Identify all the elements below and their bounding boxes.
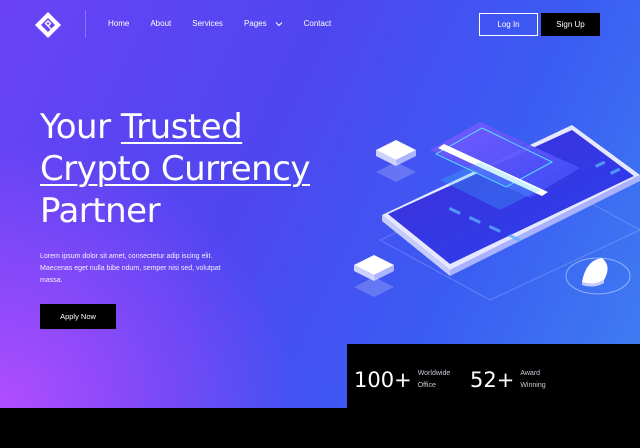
nav-item-pages[interactable]: Pages [244, 19, 283, 28]
diamond-logo-icon[interactable] [34, 11, 62, 39]
login-button[interactable]: Log In [479, 13, 538, 36]
signup-button[interactable]: Sign Up [541, 13, 600, 36]
chevron-down-icon [275, 21, 282, 26]
stat-number: 100+ [354, 368, 412, 392]
nav-item-contact[interactable]: Contact [304, 19, 332, 28]
nav-item-about[interactable]: About [150, 19, 171, 28]
headline-line-1: Your Trusted [40, 107, 243, 147]
stat-awards: 52+ Award Winning [470, 368, 562, 392]
hero-description: Lorem ipsum dolor sit amet, consectetur … [40, 253, 221, 284]
nav-item-pages-label: Pages [243, 19, 267, 28]
nav-item-services[interactable]: Services [192, 19, 223, 28]
stats-panel: 100+ Worldwide Office 52+ Award Winning [347, 344, 640, 408]
footer-bar [0, 408, 640, 448]
apply-now-button[interactable]: Apply Now [40, 304, 116, 329]
stat-number: 52+ [470, 368, 515, 392]
nav-item-home[interactable]: Home [108, 19, 129, 28]
headline-text-partner: Partner [40, 191, 161, 231]
crypto-card-illustration [354, 122, 640, 301]
main-nav: Home About Services Pages Contact [108, 19, 331, 28]
stat-label: Worldwide Office [417, 370, 451, 389]
headline-text-your: Your [40, 107, 121, 147]
headline-text-trusted: Trusted [120, 107, 243, 147]
stat-label: Award Winning [520, 370, 546, 389]
nav-divider [85, 10, 86, 38]
hero-headline: Your Trusted Crypto Currency Partner [40, 106, 311, 232]
stat-offices: 100+ Worldwide Office [354, 368, 460, 392]
headline-text-crypto-currency: Crypto Currency [40, 149, 311, 189]
